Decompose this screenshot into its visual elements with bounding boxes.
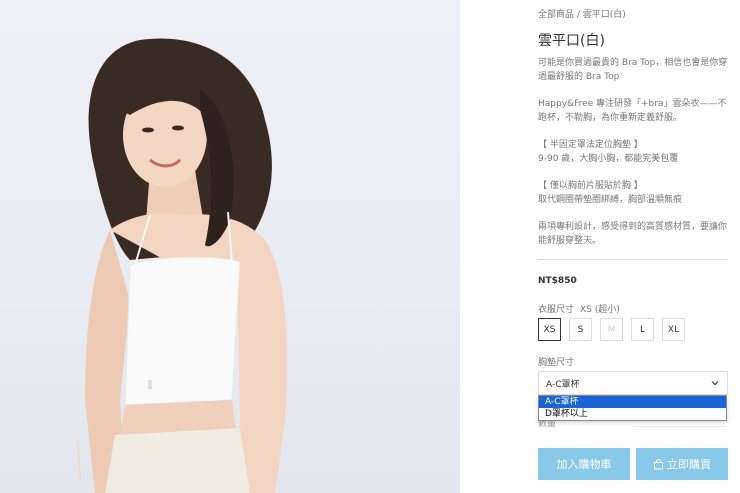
cup-option-d[interactable]: D罩杯以上 (539, 408, 726, 420)
description-paragraph: 【 半固定罩法定位胸墊 】 9-90 歲，大胸小胸，都能完美包覆 (538, 140, 679, 164)
size-options: XS S M L XL (538, 318, 685, 341)
product-photo (0, 0, 460, 493)
buy-now-button[interactable]: 立即購買 (636, 448, 728, 480)
description-paragraph: 可能是你買過最貴的 Bra Top，相信也會是你穿過最舒服的 Bra Top (538, 58, 728, 82)
buy-now-label: 立即購買 (667, 458, 711, 471)
description-paragraph: 兩項專利設計，感受得到的高質感材質，要讓你能舒服穿整天。 (538, 222, 728, 246)
quantity-field[interactable] (633, 426, 727, 427)
product-price: NT$850 (538, 276, 577, 286)
product-title: 雲平口(白) (538, 33, 605, 49)
cup-size-dropdown: A-C罩杯 D罩杯以上 (538, 395, 727, 421)
model-illustration (77, 38, 287, 493)
description-paragraph: Happy&Free 專注研發「+bra」雲朵衣——不跑杯，不勒胸，為你重新定義… (538, 99, 727, 123)
size-label: 衣服尺寸 (538, 305, 575, 315)
cup-size-label: 胸墊尺寸 (538, 358, 575, 368)
product-description: 可能是你買過最貴的 Bra Top，相信也會是你穿過最舒服的 Bra Top H… (538, 56, 730, 261)
add-to-cart-button[interactable]: 加入購物車 (538, 448, 630, 480)
size-option-s[interactable]: S (569, 318, 592, 341)
chevron-down-icon (711, 381, 719, 386)
size-option-xs[interactable]: XS (538, 318, 561, 341)
size-option-l[interactable]: L (631, 318, 654, 341)
cup-option-a-c[interactable]: A-C罩杯 (539, 396, 726, 408)
breadcrumb[interactable]: 全部商品 / 雲平口(白) (538, 7, 626, 20)
size-option-xl[interactable]: XL (662, 318, 685, 341)
shopping-bag-icon (654, 458, 663, 469)
size-option-m[interactable]: M (600, 318, 623, 341)
size-label-row: 衣服尺寸 XS (超小) (538, 302, 620, 315)
cup-size-select[interactable]: A-C罩杯 (538, 371, 728, 395)
description-paragraph: 【 僅以胸前片服貼於胸 】 取代鋼圈帶墊圈綁縛，胸部溫順無痕 (538, 181, 683, 205)
cup-size-selected: A-C罩杯 (546, 379, 580, 390)
divider (538, 259, 728, 260)
size-selected-text: XS (超小) (580, 305, 620, 315)
